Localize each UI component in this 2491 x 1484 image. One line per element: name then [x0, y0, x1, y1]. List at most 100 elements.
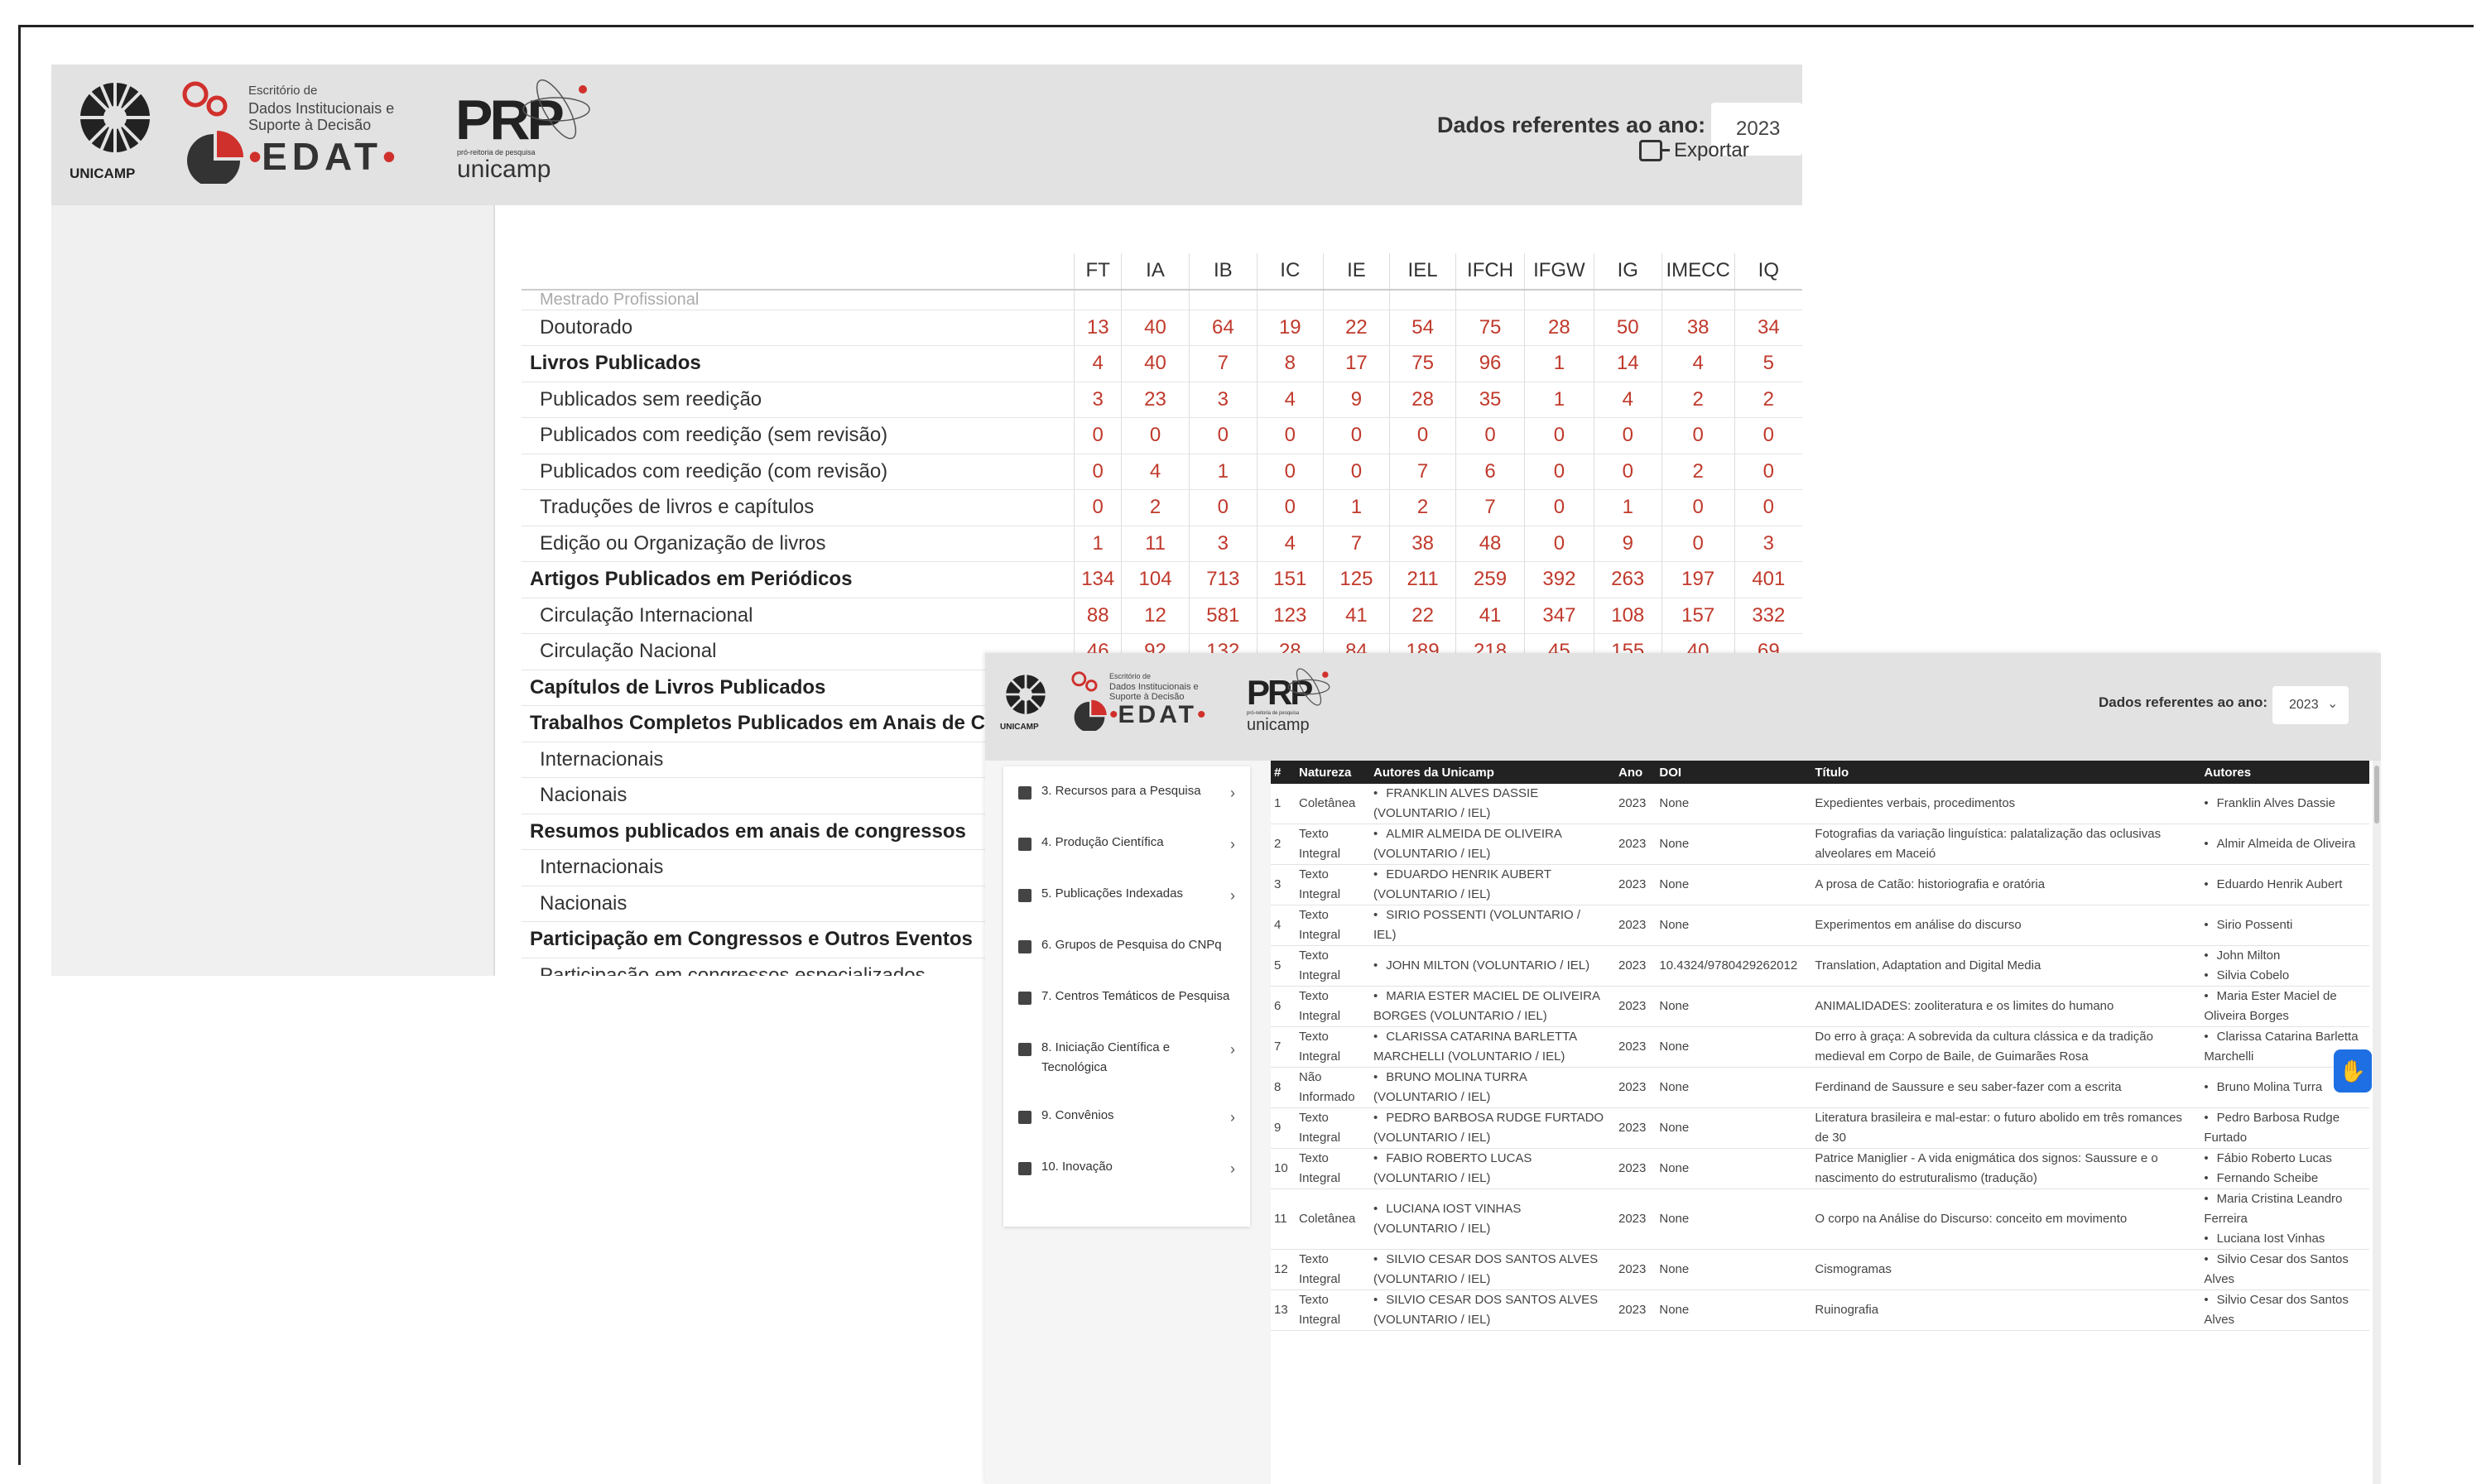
cell-value: 48: [1455, 526, 1525, 562]
year-cell: 2023: [1612, 945, 1653, 987]
column-header[interactable]: IFCH: [1455, 253, 1525, 291]
cell-value: 41: [1455, 598, 1525, 634]
column-header[interactable]: IFGW: [1523, 253, 1594, 291]
cell-value: 13: [1074, 310, 1122, 346]
column-header[interactable]: Natureza: [1292, 761, 1367, 784]
sidebar-item[interactable]: 5. Publicações Indexadas ›: [1003, 884, 1250, 935]
table-row: Publicados sem reedição 3 23 3 4 9 28 35 1 4 2 2: [522, 382, 1802, 418]
cell-value: 332: [1734, 598, 1802, 634]
cell-value: 0: [1455, 417, 1525, 454]
scrollbar[interactable]: [2373, 761, 2381, 1484]
row-number: 12: [1271, 1249, 1292, 1290]
column-header[interactable]: IMECC: [1661, 253, 1735, 291]
row-number: 7: [1271, 1026, 1292, 1068]
edat-brand: •EDAT•: [1109, 701, 1205, 729]
row-label: Mestrado Profissional: [522, 289, 1075, 310]
title-cell: Expedientes verbais, procedimentos: [1808, 784, 2198, 824]
sidebar-item[interactable]: 4. Produção Científica ›: [1003, 833, 1250, 884]
row-number: 6: [1271, 986, 1292, 1027]
cell-value: 2: [1388, 489, 1456, 526]
table-row: 2Texto IntegralALMIR ALMEIDA DE OLIVEIRA…: [1271, 824, 2370, 865]
row-number: 13: [1271, 1289, 1292, 1331]
column-header[interactable]: #: [1271, 761, 1292, 784]
cell-value: 3: [1188, 382, 1258, 418]
column-header[interactable]: DOI: [1652, 761, 1809, 784]
row-number: 2: [1271, 824, 1292, 865]
column-header[interactable]: IQ: [1734, 253, 1802, 291]
year-select[interactable]: 2023 ⌄: [2272, 686, 2349, 724]
cell-value: 28: [1388, 382, 1456, 418]
cell-value: 4: [1074, 345, 1122, 382]
author-name: ALMIR ALMEIDA DE OLIVEIRA (VOLUNTARIO / …: [1373, 824, 1605, 864]
author-name: EDUARDO HENRIK AUBERT (VOLUNTARIO / IEL): [1373, 865, 1605, 905]
cell-value: 6: [1455, 454, 1525, 490]
table-row: 11ColetâneaLUCIANA IOST VINHAS (VOLUNTAR…: [1271, 1189, 2370, 1250]
cell-value: [1593, 289, 1662, 310]
cell-value: 5: [1734, 345, 1802, 382]
cell-value: 50: [1593, 310, 1662, 346]
author-name: Pedro Barbosa Rudge Furtado: [2204, 1108, 2363, 1148]
cell-value: [1523, 289, 1594, 310]
cell-value: 0: [1734, 454, 1802, 490]
cell-value: 0: [1661, 417, 1735, 454]
sidebar-item[interactable]: 8. Iniciação Científica e Tecnológica ›: [1003, 1038, 1250, 1089]
column-header[interactable]: IG: [1593, 253, 1662, 291]
authors-cell: Almir Almeida de Oliveira: [2197, 824, 2370, 865]
row-label: Artigos Publicados em Periódicos: [522, 561, 1075, 598]
year-select-value: 2023: [2289, 698, 2319, 712]
year-cell: 2023: [1612, 1189, 1653, 1250]
year-cell: 2023: [1612, 1289, 1653, 1331]
cell-value: 0: [1593, 454, 1662, 490]
column-header[interactable]: IA: [1121, 253, 1190, 291]
cell-value: 4: [1661, 345, 1735, 382]
column-header[interactable]: FT: [1074, 253, 1122, 291]
sidebar-item[interactable]: 7. Centros Temáticos de Pesquisa: [1003, 987, 1250, 1038]
accessibility-button[interactable]: ✋: [2334, 1049, 2372, 1093]
title-cell: Fotografias da variação linguística: pal…: [1808, 824, 2198, 865]
chevron-down-icon: ⌄: [2327, 697, 2339, 711]
year-cell: 2023: [1612, 824, 1653, 865]
scrollbar-thumb[interactable]: [2374, 766, 2379, 824]
author-name: John Milton: [2204, 946, 2363, 966]
year-cell: 2023: [1612, 1148, 1653, 1189]
title-cell: A prosa de Catão: historiografia e orató…: [1808, 864, 2198, 905]
sidebar-item[interactable]: 3. Recursos para a Pesquisa ›: [1003, 781, 1250, 833]
cell-value: 0: [1256, 417, 1324, 454]
cell-value: 0: [1661, 489, 1735, 526]
gear-icon: [1018, 1043, 1032, 1056]
cell-value: 88: [1074, 598, 1122, 634]
row-number: 11: [1271, 1189, 1292, 1250]
cell-value: 75: [1388, 345, 1456, 382]
sidebar-item[interactable]: 10. Inovação ›: [1003, 1157, 1250, 1208]
natureza-cell: Texto Integral: [1292, 1289, 1367, 1331]
column-header[interactable]: IEL: [1388, 253, 1456, 291]
table-group-row: Livros Publicados 4 40 7 8 17 75 96 1 14 4 5: [522, 345, 1802, 382]
column-header[interactable]: IC: [1256, 253, 1324, 291]
doi-cell: None: [1652, 1289, 1809, 1331]
chevron-right-icon: ›: [1230, 887, 1235, 904]
column-header[interactable]: IE: [1322, 253, 1390, 291]
column-header[interactable]: Autores da Unicamp: [1367, 761, 1612, 784]
title-cell: Experimentos em análise do discurso: [1808, 905, 2198, 946]
doi-cell: None: [1652, 1026, 1809, 1068]
column-header[interactable]: IB: [1188, 253, 1258, 291]
sidebar-item[interactable]: 9. Convênios ›: [1003, 1106, 1250, 1157]
cell-value: 41: [1322, 598, 1390, 634]
author-name: LUCIANA IOST VINHAS (VOLUNTARIO / IEL): [1373, 1199, 1605, 1239]
cell-value: [1074, 289, 1122, 310]
authors-cell: Eduardo Henrik Aubert: [2197, 864, 2370, 905]
table-row: 9Texto IntegralPEDRO BARBOSA RUDGE FURTA…: [1271, 1107, 2370, 1149]
cell-value: 0: [1121, 417, 1190, 454]
row-label: Publicados com reedição (sem revisão): [522, 417, 1075, 454]
cell-value: 263: [1593, 561, 1662, 598]
cell-value: 259: [1455, 561, 1525, 598]
cell-value: 1: [1593, 489, 1662, 526]
column-header[interactable]: Título: [1808, 761, 2198, 784]
table-row: 10Texto IntegralFABIO ROBERTO LUCAS (VOL…: [1271, 1148, 2370, 1189]
cell-value: 4: [1593, 382, 1662, 418]
sidebar-item[interactable]: 6. Grupos de Pesquisa do CNPq: [1003, 935, 1250, 987]
unicamp-authors-cell: SILVIO CESAR DOS SANTOS ALVES (VOLUNTARI…: [1367, 1289, 1612, 1331]
cell-value: 9: [1593, 526, 1662, 562]
column-header[interactable]: Ano: [1612, 761, 1653, 784]
column-header[interactable]: Autores: [2197, 761, 2370, 784]
